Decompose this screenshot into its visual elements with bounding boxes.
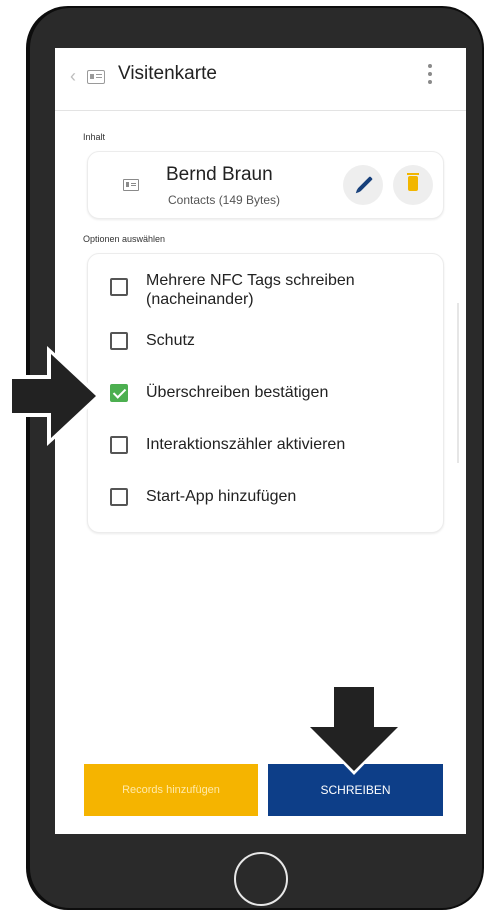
options-card: Mehrere NFC Tags schreiben (nacheinander)… [87, 253, 444, 533]
arrow-right-icon [8, 346, 102, 446]
checkbox-confirm-overwrite[interactable] [110, 384, 128, 402]
option-label: Start-App hinzufügen [146, 488, 297, 505]
contact-detail: Contacts (149 Bytes) [168, 193, 281, 207]
content-section-label: Inhalt [83, 132, 106, 142]
edit-button[interactable] [343, 165, 383, 205]
option-label: Interaktionszähler aktivieren [146, 436, 346, 453]
trash-icon [407, 173, 419, 191]
chevron-left-icon[interactable]: ‹ [70, 66, 76, 87]
delete-button[interactable] [393, 165, 433, 205]
checkbox-multiple-tags[interactable] [110, 278, 128, 296]
options-section-label: Optionen auswählen [83, 234, 166, 244]
contact-name: Bernd Braun [166, 164, 273, 185]
option-label: Schutz [146, 332, 195, 349]
vcard-icon [87, 70, 105, 84]
app-bar: ‹ Visitenkarte [55, 48, 466, 111]
pencil-icon [357, 176, 373, 192]
page-title: Visitenkarte [118, 63, 217, 84]
arrow-down-icon [304, 685, 404, 775]
scrollbar[interactable] [457, 303, 459, 463]
contact-card[interactable]: Bernd Braun Contacts (149 Bytes) [87, 151, 444, 219]
add-records-button[interactable]: Records hinzufügen [84, 764, 258, 816]
checkbox-protection[interactable] [110, 332, 128, 350]
vcard-icon [123, 179, 139, 191]
checkbox-start-app[interactable] [110, 488, 128, 506]
kebab-menu-icon[interactable] [427, 64, 433, 88]
option-label: Mehrere NFC Tags schreiben (nacheinander) [146, 272, 355, 308]
checkbox-interaction-counter[interactable] [110, 436, 128, 454]
option-label: Überschreiben bestätigen [146, 384, 329, 401]
home-button-icon[interactable] [234, 852, 288, 906]
